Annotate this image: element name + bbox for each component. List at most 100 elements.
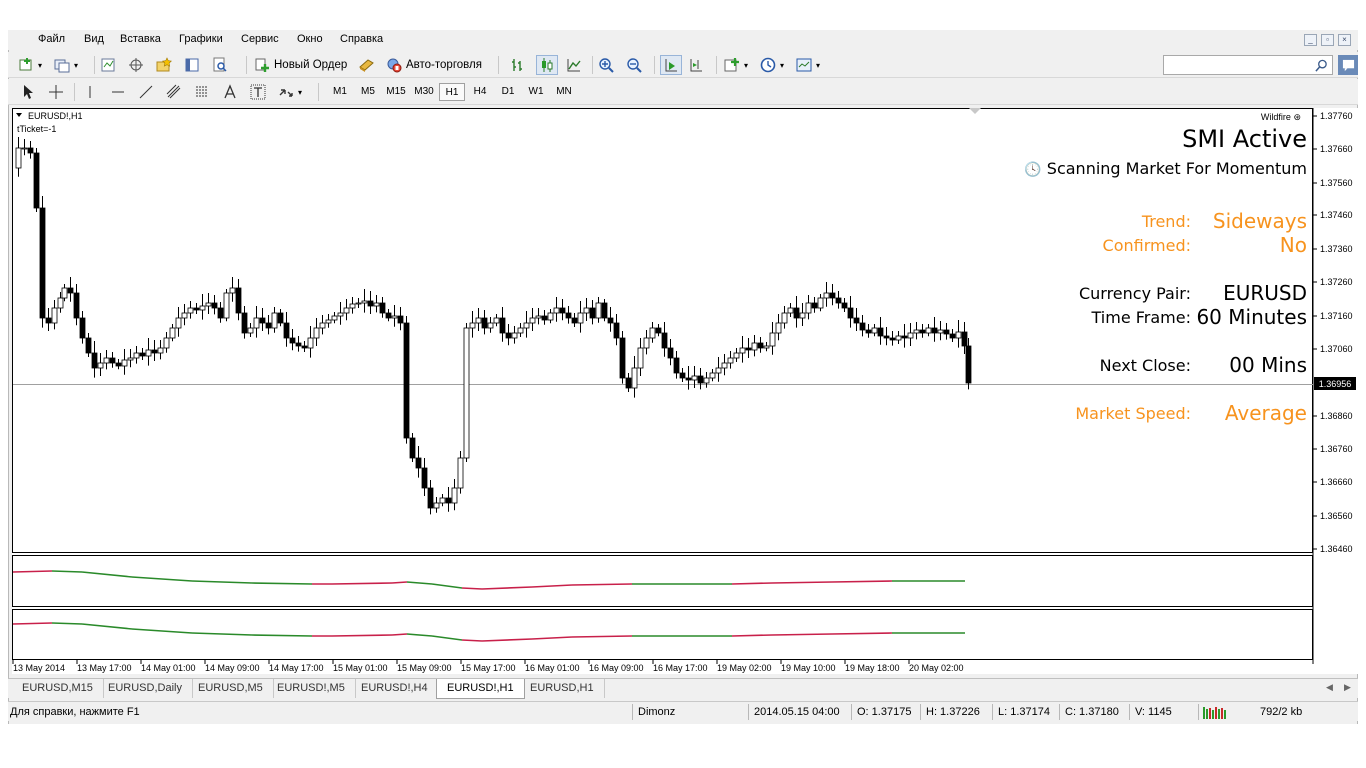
community-button[interactable] [1338, 55, 1358, 75]
zoom-in-button[interactable] [598, 55, 618, 75]
candlestick-button[interactable] [536, 55, 558, 75]
candle-body [937, 329, 944, 334]
templates-button[interactable]: ▾ [796, 55, 820, 75]
periods-button[interactable]: ▾ [760, 55, 784, 75]
candle-body [163, 337, 170, 349]
strategy-tester-button[interactable] [212, 55, 232, 75]
tab-eurusd-m15[interactable]: EURUSD,M15 [12, 679, 104, 698]
menu-view[interactable]: Вид [84, 33, 104, 45]
indicators-button[interactable]: ▾ [724, 55, 748, 75]
tf-m30[interactable]: M30 [411, 83, 437, 101]
candle-body [835, 297, 842, 304]
chart-tabs: EURUSD,M15 EURUSD,Daily EURUSD,M5 EURUSD… [8, 678, 1358, 699]
chart-window[interactable]: 1.37760 1.37660 1.37560 1.37460 1.37360 1.372… [12, 108, 1358, 674]
tf-m5[interactable]: M5 [355, 83, 381, 101]
chart-shift-button[interactable] [688, 55, 708, 75]
profile-name[interactable]: Dimonz [638, 706, 675, 718]
fibonacci-tool[interactable] [194, 82, 214, 102]
menu-tools[interactable]: Сервис [241, 33, 279, 45]
menu-charts[interactable]: Графики [179, 33, 223, 45]
new-chart-button[interactable]: ▾ [18, 55, 42, 75]
favorites-button[interactable] [156, 55, 176, 75]
candle-body [787, 307, 794, 314]
indicator-segment [831, 580, 893, 583]
candle-body [703, 377, 710, 384]
tabs-scroll-left-icon[interactable]: ◀ [1326, 682, 1333, 693]
autoscroll-button[interactable] [660, 55, 682, 75]
ticket-label: tTicket=-1 [17, 124, 56, 134]
text-tool[interactable] [222, 82, 242, 102]
line-studies-toolbar: ▾ M1 M5 M15 M30 H1 H4 D1 W1 MN [8, 79, 1358, 105]
time-tick-label: 20 May 02:00 [909, 663, 964, 673]
restore-button[interactable]: ▫ [1321, 34, 1334, 46]
cursor-tool[interactable] [20, 82, 40, 102]
tabs-scroll-right-icon[interactable]: ▶ [1344, 682, 1351, 693]
auto-trading-button[interactable]: Авто-торговля [386, 55, 482, 75]
candle-body [409, 437, 416, 459]
horizontal-line-tool[interactable] [110, 82, 130, 102]
tf-m15[interactable]: M15 [383, 83, 409, 101]
menu-insert[interactable]: Вставка [120, 33, 161, 45]
confirmed-label: Confirmed: [1102, 236, 1191, 255]
close-button[interactable]: × [1338, 34, 1351, 46]
indicator-segment [731, 634, 773, 637]
indicator-segment [12, 622, 53, 625]
arrows-tool[interactable]: ▾ [278, 82, 302, 102]
line-chart-button[interactable] [566, 55, 586, 75]
bar-close: C: 1.37180 [1065, 706, 1119, 718]
candle-body [541, 315, 548, 321]
tab-eurusd-bang-h4[interactable]: EURUSD!,H4 [351, 679, 439, 698]
candlestick-icon [542, 58, 553, 72]
tf-m1[interactable]: M1 [327, 83, 353, 101]
terminal-button[interactable] [184, 55, 204, 75]
candle-body [697, 375, 704, 384]
candle-body [385, 312, 392, 319]
tab-eurusd-m5[interactable]: EURUSD,M5 [188, 679, 274, 698]
tf-h4[interactable]: H4 [467, 83, 493, 101]
bar-chart-button[interactable] [510, 55, 530, 75]
equidistant-channel-tool[interactable] [166, 82, 186, 102]
profiles-button[interactable]: ▾ [54, 55, 78, 75]
candle-body [355, 302, 362, 305]
menu-file[interactable]: Файл [38, 33, 65, 45]
tab-eurusd-bang-m5[interactable]: EURUSD!,M5 [267, 679, 356, 698]
tab-eurusd-h1[interactable]: EURUSD,H1 [520, 679, 605, 698]
chart-shift-icon [690, 59, 702, 72]
connection-status-icon[interactable] [1202, 705, 1230, 719]
price-chart[interactable]: 1.37760 1.37660 1.37560 1.37460 1.37360 1.372… [12, 108, 1358, 674]
candle-body [295, 342, 302, 347]
candle-body [313, 327, 320, 339]
vertical-line-tool[interactable] [82, 82, 102, 102]
candle-body [397, 315, 404, 324]
candle-body [811, 302, 818, 309]
tab-eurusd-bang-h1[interactable]: EURUSD!,H1 [436, 679, 525, 699]
candle-body [433, 502, 440, 509]
market-watch-button[interactable] [100, 55, 120, 75]
current-price-label: 1.36956 [1319, 379, 1352, 389]
candle-body [457, 457, 464, 489]
new-chart-icon [19, 58, 32, 71]
minimize-button[interactable]: _ [1304, 34, 1317, 46]
candle-body [817, 297, 824, 309]
indicator-segment [771, 633, 833, 636]
tf-h1[interactable]: H1 [439, 83, 465, 101]
tf-mn[interactable]: MN [551, 83, 577, 101]
tf-w1[interactable]: W1 [523, 83, 549, 101]
candle-body [559, 307, 566, 314]
menu-help[interactable]: Справка [340, 33, 383, 45]
new-order-button[interactable]: Новый Ордер [254, 55, 347, 75]
trendline-tool[interactable] [138, 82, 158, 102]
candle-body [475, 317, 482, 324]
tf-d1[interactable]: D1 [495, 83, 521, 101]
search-input[interactable] [1163, 55, 1333, 75]
navigator-button[interactable] [128, 55, 148, 75]
time-axis: 13 May 2014 13 May 17:00 14 May 01:00 14 Ma… [12, 660, 964, 673]
text-label-tool[interactable] [250, 82, 270, 102]
metaeditor-button[interactable] [358, 55, 378, 75]
candle-body [169, 327, 176, 339]
candle-body [175, 317, 182, 329]
zoom-out-button[interactable] [626, 55, 646, 75]
crosshair-tool[interactable] [48, 82, 68, 102]
tab-eurusd-daily[interactable]: EURUSD,Daily [98, 679, 193, 698]
menu-window[interactable]: Окно [297, 33, 323, 45]
